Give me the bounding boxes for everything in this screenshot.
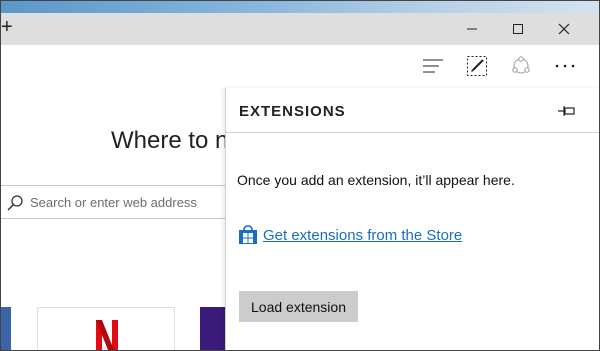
panel-title: EXTENSIONS	[239, 103, 346, 120]
close-button[interactable]	[541, 13, 587, 45]
hub-button[interactable]	[418, 51, 448, 81]
pin-icon	[558, 106, 575, 116]
search-box[interactable]	[1, 185, 240, 219]
share-icon	[512, 56, 530, 74]
search-icon	[7, 195, 23, 211]
pin-button[interactable]	[556, 102, 578, 120]
browser-window: + Where to n Search or enter web address…	[0, 0, 600, 351]
close-icon	[558, 23, 570, 35]
maximize-icon	[513, 24, 523, 34]
minimize-button[interactable]	[449, 13, 495, 45]
more-icon	[555, 64, 575, 68]
load-extension-button[interactable]: Load extension	[239, 291, 358, 322]
search-input[interactable]	[30, 192, 230, 212]
top-site-tile[interactable]	[1, 307, 11, 350]
more-button[interactable]	[550, 51, 580, 81]
web-note-button[interactable]	[462, 51, 492, 81]
extensions-panel: EXTENSIONS Once you add an extension, it…	[225, 88, 599, 350]
top-site-tile-netflix[interactable]	[37, 307, 175, 350]
new-tab-button[interactable]: +	[1, 17, 13, 37]
desktop-background	[1, 1, 599, 13]
share-button[interactable]	[506, 51, 536, 81]
empty-message: Once you add an extension, it’ll appear …	[237, 172, 515, 188]
store-icon	[239, 225, 257, 244]
netflix-logo-icon	[96, 320, 118, 350]
maximize-button[interactable]	[495, 13, 541, 45]
minimize-icon	[467, 28, 477, 30]
hub-icon	[423, 59, 443, 73]
web-note-icon	[467, 56, 487, 76]
title-bar: +	[1, 13, 599, 45]
page-heading: Where to n	[111, 127, 229, 154]
store-link[interactable]: Get extensions from the Store	[263, 227, 462, 244]
browser-toolbar	[1, 45, 599, 87]
panel-divider	[226, 132, 599, 133]
